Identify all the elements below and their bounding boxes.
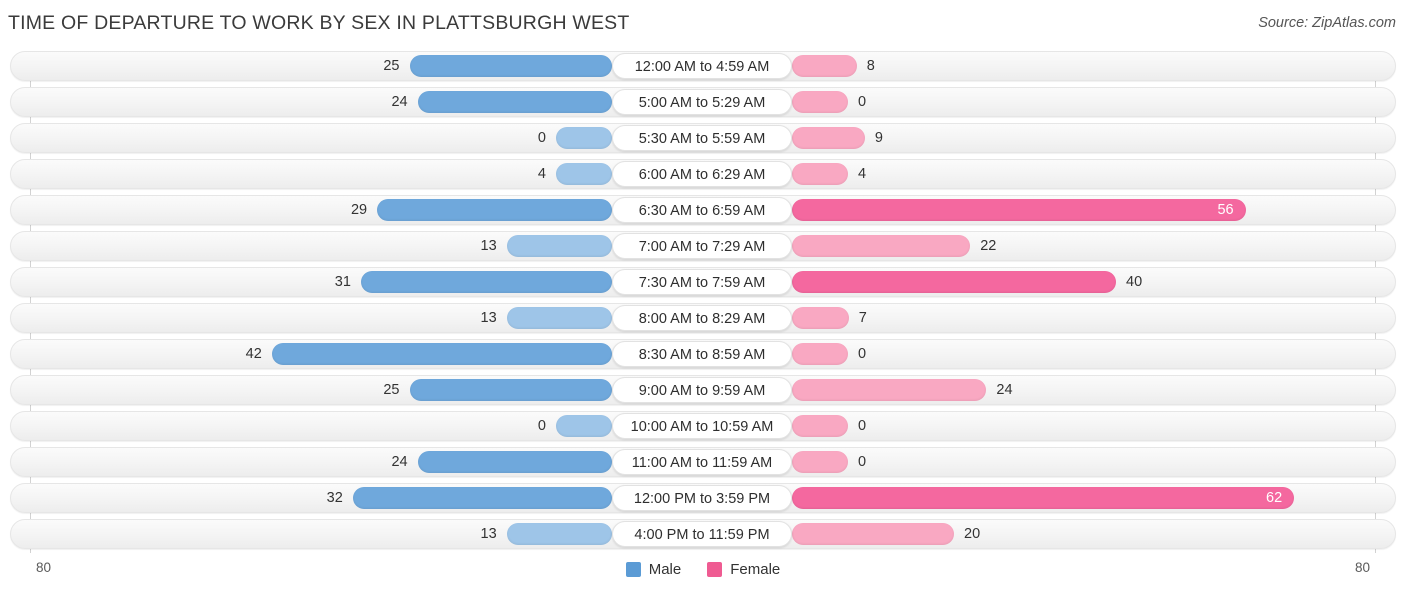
bar-female xyxy=(792,307,849,329)
chart-header: TIME OF DEPARTURE TO WORK BY SEX IN PLAT… xyxy=(0,10,1406,44)
value-label-male: 32 xyxy=(326,490,343,506)
legend-swatch-male-icon xyxy=(625,562,641,577)
source-attribution: Source: ZipAtlas.com xyxy=(1258,15,1396,31)
chart-row: 42 0 8:30 AM to 8:59 AM xyxy=(0,339,1406,369)
value-label-male: 0 xyxy=(537,130,546,146)
chart-row: 13 7 8:00 AM to 8:29 AM xyxy=(0,303,1406,333)
value-label-male: 4 xyxy=(537,166,546,182)
value-label-female: 22 xyxy=(980,238,997,254)
chart-row: 24 0 5:00 AM to 5:29 AM xyxy=(0,87,1406,117)
bar-male xyxy=(352,487,612,509)
category-label-pill: 12:00 AM to 4:59 AM xyxy=(612,53,792,79)
chart-row: 25 24 9:00 AM to 9:59 AM xyxy=(0,375,1406,405)
value-label-male: 31 xyxy=(334,274,351,290)
value-label-female: 0 xyxy=(858,94,867,110)
value-label-female: 8 xyxy=(866,58,875,74)
legend-label-female: Female xyxy=(730,561,781,578)
value-label-male: 13 xyxy=(480,526,497,542)
bar-male xyxy=(409,379,612,401)
bar-male xyxy=(556,127,612,149)
bar-male xyxy=(506,523,612,545)
category-label-pill: 8:00 AM to 8:29 AM xyxy=(612,305,792,331)
category-label-pill: 11:00 AM to 11:59 AM xyxy=(612,449,792,475)
category-label-pill: 5:30 AM to 5:59 AM xyxy=(612,125,792,151)
bar-female xyxy=(792,163,848,185)
value-label-female: 9 xyxy=(874,130,883,146)
value-label-female: 7 xyxy=(858,310,867,326)
bar-female xyxy=(792,55,857,77)
value-label-male: 25 xyxy=(383,58,400,74)
chart-row: 31 40 7:30 AM to 7:59 AM xyxy=(0,267,1406,297)
value-label-male: 24 xyxy=(391,454,408,470)
chart-row: 0 0 10:00 AM to 10:59 AM xyxy=(0,411,1406,441)
category-label-pill: 9:00 AM to 9:59 AM xyxy=(612,377,792,403)
value-label-male: 29 xyxy=(350,202,368,218)
bar-male xyxy=(556,163,612,185)
bar-male xyxy=(506,235,612,257)
chart-container: TIME OF DEPARTURE TO WORK BY SEX IN PLAT… xyxy=(0,0,1406,595)
value-label-female: 56 xyxy=(1217,202,1234,218)
bar-female xyxy=(792,487,1295,509)
bar-female xyxy=(792,199,1246,221)
bar-female xyxy=(792,379,987,401)
legend-item-male[interactable]: Male xyxy=(625,561,682,578)
value-label-male: 24 xyxy=(391,94,408,110)
category-label-pill: 7:00 AM to 7:29 AM xyxy=(612,233,792,259)
chart-legend: Male Female xyxy=(0,561,1406,578)
value-label-female: 20 xyxy=(964,526,981,542)
value-label-female: 62 xyxy=(1266,490,1283,506)
chart-row: 4 4 6:00 AM to 6:29 AM xyxy=(0,159,1406,189)
chart-row: 13 22 7:00 AM to 7:29 AM xyxy=(0,231,1406,261)
value-label-male: 25 xyxy=(383,382,400,398)
category-label-pill: 10:00 AM to 10:59 AM xyxy=(612,413,792,439)
bar-female xyxy=(792,235,971,257)
bar-female xyxy=(792,343,848,365)
value-label-male: 42 xyxy=(245,346,262,362)
value-label-male: 13 xyxy=(480,238,497,254)
category-label-pill: 5:00 AM to 5:29 AM xyxy=(612,89,792,115)
value-label-female: 0 xyxy=(858,418,867,434)
bar-male xyxy=(417,451,612,473)
value-label-female: 4 xyxy=(858,166,867,182)
category-label-pill: 6:30 AM to 6:59 AM xyxy=(612,197,792,223)
category-label-pill: 4:00 PM to 11:59 PM xyxy=(612,521,792,547)
chart-row: 29 56 6:30 AM to 6:59 AM xyxy=(0,195,1406,225)
chart-row: 24 0 11:00 AM to 11:59 AM xyxy=(0,447,1406,477)
bar-male xyxy=(377,199,612,221)
value-label-female: 40 xyxy=(1126,274,1143,290)
chart-row: 0 9 5:30 AM to 5:59 AM xyxy=(0,123,1406,153)
chart-footer: 80 80 Male Female xyxy=(0,556,1406,595)
chart-row: 13 20 4:00 PM to 11:59 PM xyxy=(0,519,1406,549)
plot-area: 25 8 12:00 AM to 4:59 AM 24 0 5:00 AM to 5:29… xyxy=(0,51,1406,553)
category-label-pill: 8:30 AM to 8:59 AM xyxy=(612,341,792,367)
value-label-female: 0 xyxy=(858,346,867,362)
bar-female xyxy=(792,415,848,437)
value-label-female: 24 xyxy=(996,382,1013,398)
category-label-pill: 6:00 AM to 6:29 AM xyxy=(612,161,792,187)
chart-row: 25 8 12:00 AM to 4:59 AM xyxy=(0,51,1406,81)
legend-swatch-female-icon xyxy=(707,562,723,577)
bar-female xyxy=(792,127,865,149)
category-label-pill: 12:00 PM to 3:59 PM xyxy=(612,485,792,511)
value-label-female: 0 xyxy=(858,454,867,470)
bar-male xyxy=(417,91,612,113)
bar-female xyxy=(792,451,848,473)
bar-female xyxy=(792,523,954,545)
bar-male xyxy=(409,55,612,77)
bar-male xyxy=(271,343,612,365)
bar-male xyxy=(360,271,612,293)
value-label-male: 0 xyxy=(537,418,546,434)
legend-label-male: Male xyxy=(648,561,682,578)
bar-female xyxy=(792,91,848,113)
bar-male xyxy=(506,307,612,329)
chart-row: 32 62 12:00 PM to 3:59 PM xyxy=(0,483,1406,513)
legend-item-female[interactable]: Female xyxy=(707,561,780,578)
page-title: TIME OF DEPARTURE TO WORK BY SEX IN PLAT… xyxy=(8,12,630,34)
value-label-male: 13 xyxy=(480,310,497,326)
category-label-pill: 7:30 AM to 7:59 AM xyxy=(612,269,792,295)
bar-female xyxy=(792,271,1116,293)
bar-male xyxy=(556,415,612,437)
